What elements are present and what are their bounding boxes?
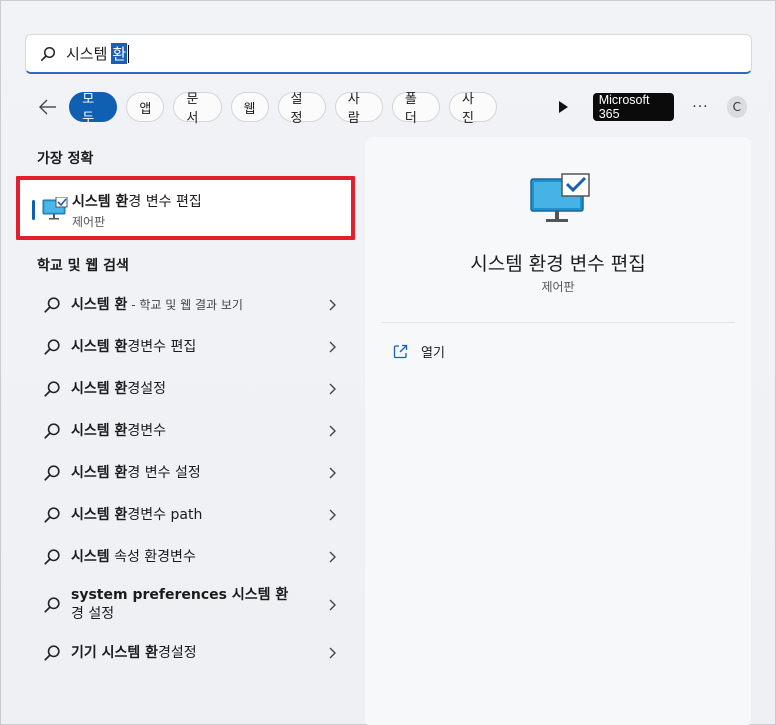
search-icon: [44, 549, 60, 565]
web-result-item[interactable]: 시스템 환 - 학교 및 웹 결과 보기: [37, 284, 347, 326]
result-rest: 경변수: [127, 422, 167, 439]
filter-chip-settings[interactable]: 설정: [277, 92, 326, 126]
search-box[interactable]: 시스템 환: [25, 34, 752, 74]
search-query-selected: 환: [111, 43, 128, 64]
best-match-heading: 가장 정확: [37, 151, 94, 167]
chevron-right-icon[interactable]: [325, 340, 339, 354]
result-rest: 경변수 path: [127, 506, 203, 523]
result-bold: 시스템 환: [71, 422, 128, 439]
filter-chip-apps[interactable]: 앱: [126, 92, 165, 122]
result-bold: 시스템 환: [71, 380, 128, 397]
chevron-right-icon[interactable]: [325, 424, 339, 438]
web-result-item[interactable]: 시스템 속성 환경변수: [37, 536, 347, 578]
preview-panel: 시스템 환경 변수 편집 제어판 열기: [365, 137, 751, 725]
web-result-item[interactable]: 시스템 환경변수 path: [37, 494, 347, 536]
chevron-right-icon[interactable]: [325, 298, 339, 312]
result-rest: 속성 환경변수: [109, 548, 196, 565]
filter-chip-people[interactable]: 사람: [334, 92, 383, 126]
result-rest: 경설정: [127, 380, 167, 397]
search-icon: [44, 597, 60, 613]
start-search-window: 시스템 환 모두 앱 문서 웹 설정 사람 폴더 사진 Microsoft 36…: [0, 0, 776, 725]
microsoft-365-button[interactable]: Microsoft 365: [592, 93, 675, 121]
search-input[interactable]: 시스템 환: [66, 43, 130, 64]
chevron-right-icon[interactable]: [325, 550, 339, 564]
search-query-prefix: 시스템: [66, 45, 108, 63]
web-search-results: 시스템 환 - 학교 및 웹 결과 보기 시스템 환경변수 편집 시스템 환경설…: [37, 284, 347, 674]
filter-bar: 모두 앱 문서 웹 설정 사람 폴더 사진 Microsoft 365 ··· …: [37, 91, 748, 126]
web-result-item[interactable]: 시스템 환경변수: [37, 410, 347, 452]
arrow-left-icon: [39, 99, 57, 115]
account-avatar[interactable]: C: [726, 96, 748, 118]
web-result-item[interactable]: 기기 시스템 환경설정: [37, 632, 347, 674]
filter-chip-folders[interactable]: 폴더: [391, 92, 441, 126]
chevron-right-icon[interactable]: [325, 382, 339, 396]
open-external-icon: [393, 344, 408, 359]
best-match-title-bold: 시스템 환: [72, 194, 129, 210]
search-icon: [44, 339, 60, 355]
best-match-title-rest: 경 변수 편집: [128, 194, 202, 210]
text-caret: [128, 44, 130, 63]
result-suffix: - 학교 및 웹 결과 보기: [127, 297, 243, 312]
chevron-right-icon[interactable]: [325, 508, 339, 522]
search-icon: [44, 645, 60, 661]
result-bold: 시스템 환: [71, 506, 128, 523]
search-icon: [44, 297, 60, 313]
filter-chip-photos[interactable]: 사진: [449, 92, 498, 126]
preview-subtitle: 제어판: [541, 280, 575, 294]
result-bold: 시스템 환: [71, 338, 128, 355]
preview-title: 시스템 환경 변수 편집: [470, 253, 646, 275]
open-label: 열기: [421, 346, 445, 361]
open-action[interactable]: 열기: [393, 342, 445, 361]
result-rest: 경 설정: [71, 606, 115, 622]
web-result-item[interactable]: 시스템 환경설정: [37, 368, 347, 410]
search-icon: [44, 423, 60, 439]
result-rest: 경변수 편집: [127, 338, 197, 355]
result-bold: system preferences 시스템 환: [71, 587, 289, 603]
back-button[interactable]: [37, 95, 59, 119]
search-icon: [44, 507, 60, 523]
best-match-title: 시스템 환경 변수 편집: [72, 191, 202, 211]
web-result-item[interactable]: 시스템 환경 변수 설정: [37, 452, 347, 494]
best-match-item[interactable]: 시스템 환경 변수 편집 제어판: [16, 176, 355, 240]
web-result-item[interactable]: system preferences 시스템 환경 설정: [37, 578, 347, 632]
filter-chip-all[interactable]: 모두: [69, 92, 118, 126]
result-bold: 기기 시스템 환: [71, 644, 159, 661]
result-bold: 시스템: [71, 548, 110, 565]
more-filters-button[interactable]: [554, 97, 573, 117]
result-bold: 시스템 환: [71, 296, 128, 313]
selection-indicator: [32, 200, 35, 220]
result-bold: 시스템 환: [71, 464, 128, 481]
system-properties-icon: [530, 173, 590, 222]
best-match-subtitle: 제어판: [72, 215, 106, 229]
filter-chip-web[interactable]: 웹: [230, 92, 269, 122]
more-options-button[interactable]: ···: [692, 99, 708, 115]
result-rest: 경설정: [158, 644, 197, 661]
system-properties-icon: [42, 197, 68, 220]
filter-chip-documents[interactable]: 문서: [173, 92, 222, 126]
search-icon: [44, 465, 60, 481]
chevron-right-icon[interactable]: [325, 646, 339, 660]
result-rest: 경 변수 설정: [127, 464, 201, 481]
search-icon: [40, 46, 56, 61]
preview-divider: [381, 322, 735, 323]
web-result-item[interactable]: 시스템 환경변수 편집: [37, 326, 347, 368]
play-arrow-icon: [559, 101, 569, 113]
chevron-right-icon[interactable]: [325, 466, 339, 480]
search-icon: [44, 381, 60, 397]
web-search-heading: 학교 및 웹 검색: [37, 258, 129, 274]
chevron-right-icon[interactable]: [325, 598, 339, 612]
